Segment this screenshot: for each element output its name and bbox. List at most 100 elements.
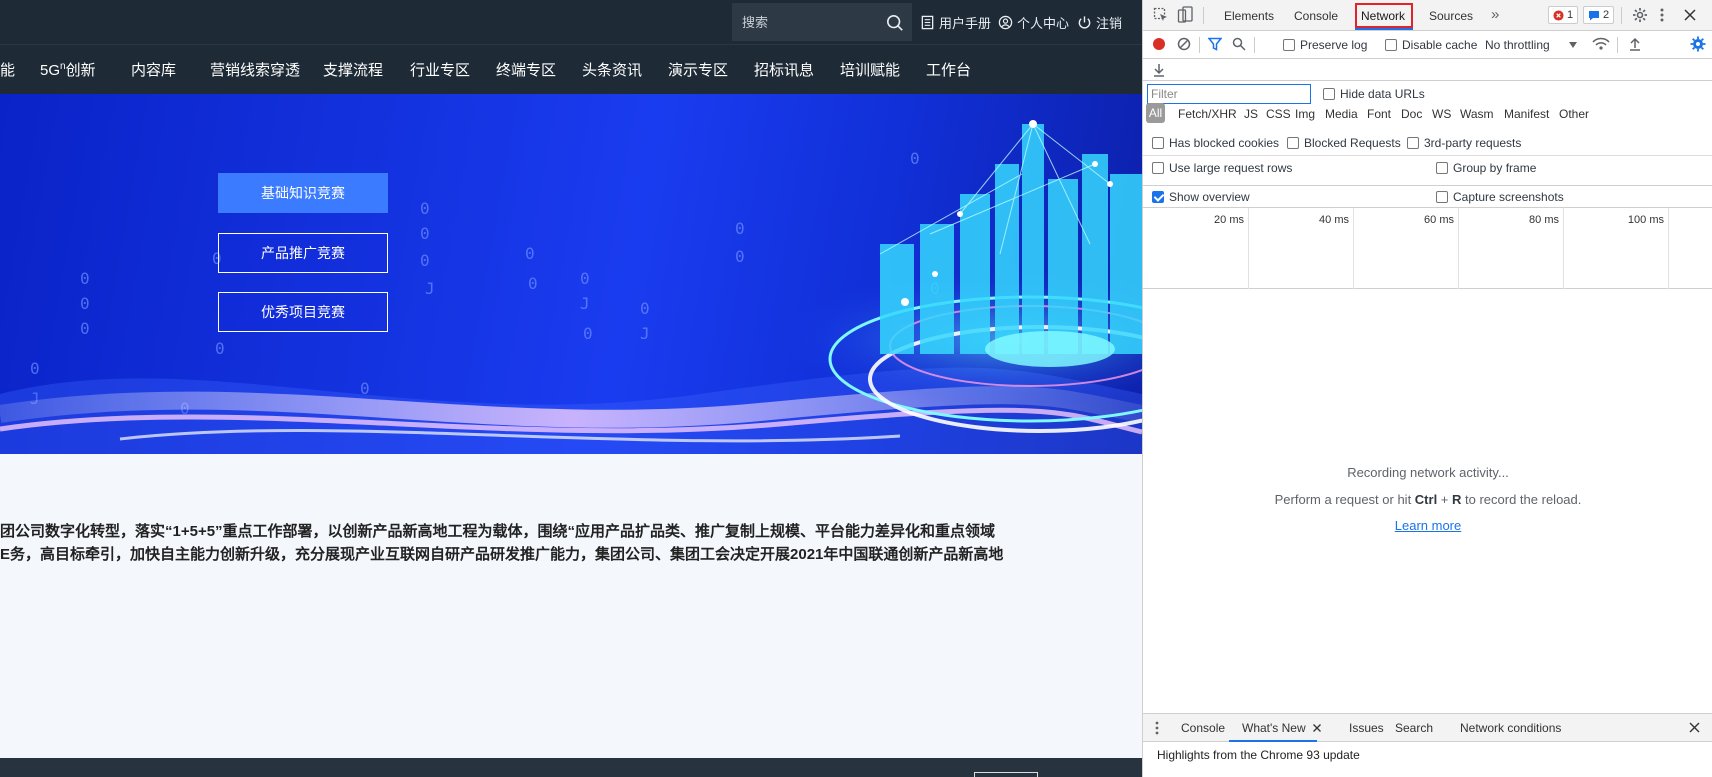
nav-item-terminal-zone[interactable]: 终端专区 xyxy=(496,59,556,80)
network-settings-gear-icon[interactable] xyxy=(1690,36,1706,52)
svg-text:0: 0 xyxy=(80,294,90,313)
throttling-select[interactable]: No throttling xyxy=(1485,38,1577,52)
blocked-requests-checkbox[interactable]: Blocked Requests xyxy=(1287,136,1401,150)
error-count-badge[interactable]: 1 xyxy=(1548,6,1579,24)
svg-text:0: 0 xyxy=(30,359,40,378)
profile-link[interactable]: 个人中心 xyxy=(998,13,1069,32)
svg-text:0: 0 xyxy=(735,247,745,266)
checkbox-box[interactable] xyxy=(1152,137,1164,149)
svg-text:0: 0 xyxy=(640,299,650,318)
search-icon[interactable] xyxy=(886,14,904,32)
logout-label: 注销 xyxy=(1096,16,1123,31)
nav-item-5g[interactable]: 5Gn创新 xyxy=(40,59,96,80)
type-filter-media[interactable]: Media xyxy=(1325,107,1358,121)
checkbox-box[interactable] xyxy=(1283,39,1295,51)
close-drawer-icon[interactable] xyxy=(1689,722,1700,733)
type-filter-img[interactable]: Img xyxy=(1295,107,1315,121)
checkbox-box[interactable] xyxy=(1436,191,1448,203)
search-box[interactable] xyxy=(732,3,912,41)
active-tab-indicator xyxy=(1229,740,1317,742)
type-filter-doc[interactable]: Doc xyxy=(1401,107,1422,121)
error-count: 1 xyxy=(1567,9,1574,21)
drawer-tab-whats-new[interactable]: What's New xyxy=(1242,721,1306,735)
checkbox-box[interactable] xyxy=(1385,39,1397,51)
overview-tick-label: 100 ms xyxy=(1627,214,1664,226)
type-filter-all[interactable]: All xyxy=(1146,103,1165,123)
disable-cache-checkbox[interactable]: Disable cache xyxy=(1385,38,1477,52)
drawer-tab-search[interactable]: Search xyxy=(1395,721,1433,735)
nav-item-workbench[interactable]: 工作台 xyxy=(926,59,971,80)
checkbox-box[interactable] xyxy=(1436,162,1448,174)
network-conditions-icon[interactable] xyxy=(1592,37,1610,51)
tab-console[interactable]: Console xyxy=(1294,9,1338,23)
record-icon[interactable] xyxy=(1152,37,1166,51)
logout-link[interactable]: 注销 xyxy=(1077,13,1122,32)
tab-sources[interactable]: Sources xyxy=(1429,9,1473,23)
close-tab-icon[interactable] xyxy=(1313,724,1321,732)
user-icon xyxy=(998,15,1013,30)
drawer-tab-issues[interactable]: Issues xyxy=(1349,721,1384,735)
preserve-log-checkbox[interactable]: Preserve log xyxy=(1283,38,1367,52)
product-promotion-contest-button[interactable]: 产品推广竞赛 xyxy=(218,233,388,273)
inspect-element-icon[interactable] xyxy=(1153,7,1169,23)
checkbox-box[interactable] xyxy=(1323,88,1335,100)
message-icon xyxy=(1589,10,1599,20)
user-manual-link[interactable]: 用户手册 xyxy=(920,13,991,32)
more-options-icon[interactable] xyxy=(1659,7,1665,23)
nav-item-partial[interactable]: 能 xyxy=(0,59,15,80)
type-filter-ws[interactable]: WS xyxy=(1432,107,1451,121)
network-empty-state: Recording network activity... Perform a … xyxy=(1143,289,1712,713)
options-row: Show overview Capture screenshots xyxy=(1143,186,1712,208)
checkbox-box[interactable] xyxy=(1152,162,1164,174)
nav-item-demo-zone[interactable]: 演示专区 xyxy=(668,59,728,80)
search-input[interactable] xyxy=(732,3,912,41)
hide-data-urls-checkbox[interactable]: Hide data URLs xyxy=(1323,87,1425,101)
nav-item-support-process[interactable]: 支撑流程 xyxy=(323,59,383,80)
third-party-requests-checkbox[interactable]: 3rd-party requests xyxy=(1407,136,1521,150)
tab-elements[interactable]: Elements xyxy=(1224,9,1274,23)
type-filter-other[interactable]: Other xyxy=(1559,107,1589,121)
type-filter-js[interactable]: JS xyxy=(1244,107,1258,121)
filter-icon[interactable] xyxy=(1208,37,1222,51)
settings-gear-icon[interactable] xyxy=(1632,7,1648,23)
type-filter-fetch-xhr[interactable]: Fetch/XHR xyxy=(1178,107,1237,121)
close-devtools-icon[interactable] xyxy=(1684,9,1696,21)
drawer-tab-network-conditions[interactable]: Network conditions xyxy=(1460,721,1561,735)
filter-input[interactable] xyxy=(1147,84,1311,104)
checkbox-box-checked[interactable] xyxy=(1152,191,1164,203)
learn-more-link[interactable]: Learn more xyxy=(1395,518,1461,533)
excellent-project-contest-button[interactable]: 优秀项目竞赛 xyxy=(218,292,388,332)
export-har-icon[interactable] xyxy=(1153,63,1165,77)
message-count-badge[interactable]: 2 xyxy=(1583,6,1615,24)
nav-item-tender-info[interactable]: 招标讯息 xyxy=(754,59,814,80)
more-tabs-button[interactable]: » xyxy=(1491,6,1499,23)
nav-item-industry-zone[interactable]: 行业专区 xyxy=(410,59,470,80)
intro-text-line: 团公司数字化转型，落实“1+5+5”重点工作部署，以创新产品新高地工程为载体，围… xyxy=(0,523,996,540)
search-icon[interactable] xyxy=(1232,37,1246,51)
show-overview-checkbox[interactable]: Show overview xyxy=(1152,190,1250,204)
tab-network[interactable]: Network xyxy=(1361,9,1405,23)
clear-icon[interactable] xyxy=(1177,37,1191,51)
has-blocked-cookies-checkbox[interactable]: Has blocked cookies xyxy=(1152,136,1279,150)
hint-key-r: R xyxy=(1452,492,1462,507)
nav-item-training[interactable]: 培训赋能 xyxy=(840,59,900,80)
import-har-icon[interactable] xyxy=(1629,37,1641,51)
hero-banner: 000 00 000J 00 0J0 0J 00 00 0J 00 xyxy=(0,94,1142,454)
large-request-rows-checkbox[interactable]: Use large request rows xyxy=(1152,161,1292,175)
type-filter-css[interactable]: CSS xyxy=(1266,107,1291,121)
drawer-tab-console[interactable]: Console xyxy=(1181,721,1225,735)
group-by-frame-checkbox[interactable]: Group by frame xyxy=(1436,161,1536,175)
capture-screenshots-checkbox[interactable]: Capture screenshots xyxy=(1436,190,1564,204)
svg-text:0: 0 xyxy=(583,324,593,343)
basic-knowledge-contest-button[interactable]: 基础知识竞赛 xyxy=(218,173,388,213)
nav-item-marketing-leads[interactable]: 营销线索穿透 xyxy=(210,59,300,80)
type-filter-wasm[interactable]: Wasm xyxy=(1460,107,1494,121)
checkbox-box[interactable] xyxy=(1407,137,1419,149)
checkbox-box[interactable] xyxy=(1287,137,1299,149)
nav-item-content-library[interactable]: 内容库 xyxy=(131,59,176,80)
device-toolbar-icon[interactable] xyxy=(1177,6,1193,24)
nav-item-headline-news[interactable]: 头条资讯 xyxy=(582,59,642,80)
type-filter-font[interactable]: Font xyxy=(1367,107,1391,121)
type-filter-manifest[interactable]: Manifest xyxy=(1504,107,1549,121)
drawer-menu-icon[interactable] xyxy=(1155,721,1159,735)
